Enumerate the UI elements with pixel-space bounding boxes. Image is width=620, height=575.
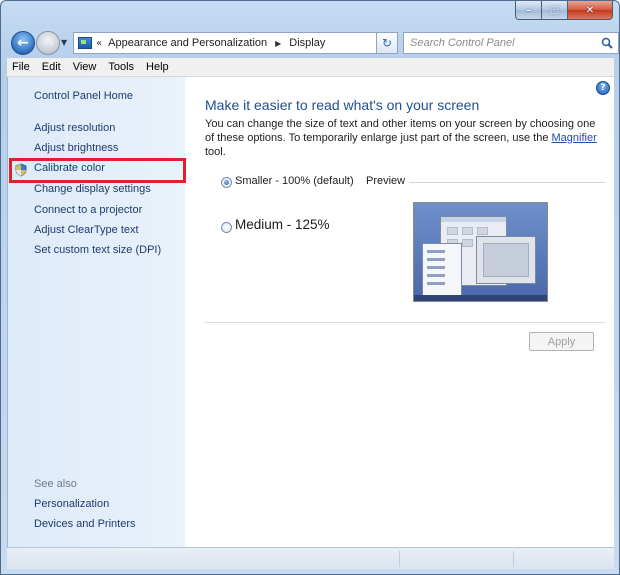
control-panel-window: – □ ✕ ← → ▼ « Appearance and Personaliza… [0,0,620,575]
maximize-button[interactable]: □ [542,1,568,20]
option-medium-label[interactable]: Medium - 125% [235,217,330,232]
status-divider [513,551,514,567]
breadcrumb-separator-icon[interactable]: ▶ [275,39,281,48]
menu-help[interactable]: Help [146,61,169,73]
breadcrumb-display[interactable]: Display [289,37,325,49]
content-area: Control Panel Home Adjust resolution Adj… [7,77,614,547]
task-sidebar: Control Panel Home Adjust resolution Adj… [8,77,186,547]
close-button[interactable]: ✕ [568,1,613,20]
address-overflow-icon[interactable]: « [96,38,102,49]
radio-medium[interactable] [221,222,232,233]
sidebar-control-panel-home[interactable]: Control Panel Home [34,90,133,102]
preview-window-icon [476,236,536,284]
help-icon[interactable]: ? [596,81,610,95]
sidebar-item-adjust-brightness[interactable]: Adjust brightness [34,142,118,154]
page-title: Make it easier to read what's on your sc… [205,97,480,113]
sidebar-item-personalization[interactable]: Personalization [34,498,109,510]
search-icon[interactable] [601,37,613,49]
uac-shield-icon [15,163,27,177]
preview-window-icon [422,243,462,296]
radio-smaller[interactable] [221,177,232,188]
forward-arrow-icon[interactable]: → [36,31,60,55]
option-smaller-label[interactable]: Smaller - 100% (default) [235,175,354,187]
caption-buttons: – □ ✕ [515,1,613,21]
menu-tools[interactable]: Tools [108,61,134,73]
menu-bar: File Edit View Tools Help [7,58,614,77]
preview-taskbar [414,295,547,301]
back-arrow-icon[interactable]: ← [11,31,35,55]
sidebar-item-adjust-cleartype[interactable]: Adjust ClearType text [34,224,139,236]
preview-image [413,202,548,302]
control-panel-icon [78,37,92,49]
sidebar-item-devices-printers[interactable]: Devices and Printers [34,518,136,530]
status-bar [7,547,614,569]
sidebar-item-change-display-settings[interactable]: Change display settings [34,183,151,195]
menu-file[interactable]: File [12,61,30,73]
recent-pages-dropdown-icon[interactable]: ▼ [61,38,67,47]
sidebar-item-adjust-resolution[interactable]: Adjust resolution [34,122,115,134]
navigation-bar: ← → ▼ « Appearance and Personalization ▶… [7,29,619,55]
sidebar-item-custom-dpi[interactable]: Set custom text size (DPI) [34,244,161,256]
sidebar-item-connect-projector[interactable]: Connect to a projector [34,204,142,216]
page-description: You can change the size of text and othe… [205,118,597,158]
preview-divider [409,182,605,183]
address-bar[interactable]: « Appearance and Personalization ▶ Displ… [73,32,397,54]
divider [205,322,605,323]
menu-edit[interactable]: Edit [42,61,61,73]
search-input[interactable] [410,37,590,49]
preview-label: Preview [366,175,406,187]
sidebar-item-calibrate-color[interactable]: Calibrate color [34,162,105,174]
magnifier-link[interactable]: Magnifier [552,132,597,144]
apply-button[interactable]: Apply [529,332,594,351]
menu-view[interactable]: View [73,61,97,73]
status-divider [399,551,400,567]
minimize-button[interactable]: – [515,1,542,20]
see-also-heading: See also [34,478,77,490]
breadcrumb-appearance[interactable]: Appearance and Personalization [108,37,267,49]
refresh-icon[interactable]: ↻ [376,32,398,54]
search-box[interactable] [403,32,619,54]
